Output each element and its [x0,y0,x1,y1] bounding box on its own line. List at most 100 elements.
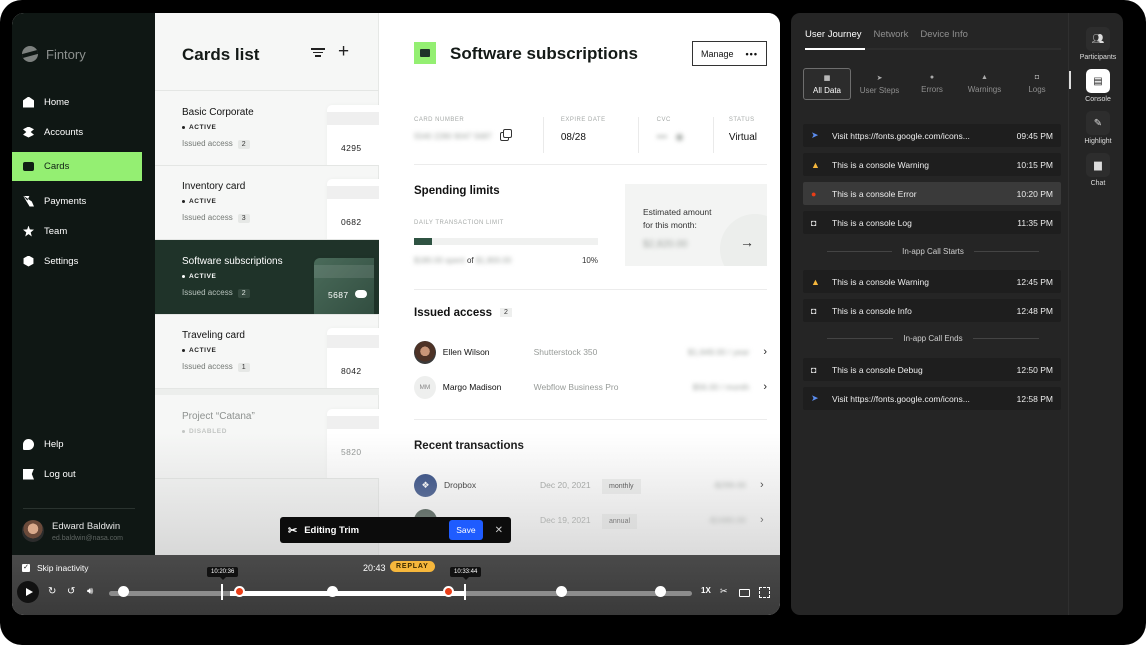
card-list-item[interactable]: Inventory card ACTIVE Issued access 3 068… [155,165,379,240]
sidebar-item-label: Cards [44,161,70,172]
event-row[interactable]: ▲ This is a console Warning 12:45 PM [803,270,1061,293]
card-last4: 8042 [341,366,362,376]
filter-warnings[interactable]: ▲ Warnings [961,68,1009,100]
side-label: Participants [1079,54,1117,61]
side-label: Highlight [1084,138,1112,145]
skip-back-icon[interactable]: ↺ [67,586,75,597]
issued-access-label: Issued access [182,362,233,371]
event-text: This is a console Info [832,305,912,316]
chat-button[interactable]: ▆ Chat [1077,153,1119,187]
issued-access: Issued access 1 [182,362,250,372]
sidebar-item-payments[interactable]: Payments [12,186,155,216]
filter-user-steps[interactable]: ➤ User Steps [856,68,904,100]
copy-icon[interactable] [499,129,512,141]
filter-logs[interactable]: ◘ Logs [1013,68,1061,100]
add-card-button[interactable]: + [338,41,349,63]
sidebar-item-home[interactable]: Home [12,87,155,117]
sidebar-item-logout[interactable]: Log out [12,459,155,489]
save-button[interactable]: Save [449,520,483,540]
sidebar-item-accounts[interactable]: Accounts [12,117,155,147]
issued-access-heading: Issued access [414,307,493,319]
scissors-icon[interactable]: ✂ [720,586,728,597]
replay-player-controls: ✓ Skip inactivity 20:43 REPLAY 10:20:36 1… [12,555,780,615]
theater-mode-icon[interactable] [739,589,750,597]
spending-progress-fill [414,238,433,245]
card-list-item[interactable]: Basic Corporate ACTIVE Issued access 2 42… [155,91,379,166]
participants-icon: 👥︎ [1086,27,1110,51]
event-time: 10:15 PM [1016,159,1053,170]
manage-button[interactable]: Manage ••• [692,41,767,66]
timeline-marker[interactable] [556,586,567,597]
tab-network[interactable]: Network [874,29,909,40]
checkbox-checked-icon[interactable]: ✓ [22,564,30,572]
error-marker[interactable] [234,586,245,597]
log-icon: ◘ [811,217,817,228]
sidebar-item-settings[interactable]: Settings [12,246,155,276]
timeline-marker[interactable] [327,586,338,597]
close-icon[interactable]: ✕ [495,525,503,536]
sidebar-item-cards[interactable]: Cards [12,152,142,181]
event-row[interactable]: ➤ Visit https://fonts.google.com/icons...… [803,387,1061,410]
trim-end-handle[interactable] [464,584,466,600]
spending-limits-title: Spending limits [414,185,500,197]
speed-button[interactable]: 1X [701,586,711,595]
card-list-item-selected[interactable]: Software subscriptions ACTIVE Issued acc… [155,240,379,315]
tab-user-journey[interactable]: User Journey [805,29,862,40]
card-list-item[interactable]: Traveling card ACTIVE Issued access 1 804… [155,314,379,389]
trim-start-tooltip: 10:20:36 [207,567,239,580]
card-number-field: CARD NUMBER 5540 2280 9047 5687 [414,117,544,153]
issued-access-count: 2 [500,308,512,318]
chevron-right-icon[interactable]: › [763,346,767,358]
highlight-icon: ✎ [1086,111,1110,135]
play-button[interactable] [17,581,39,603]
event-text: Visit https://fonts.google.com/icons... [832,393,970,404]
warning-icon: ▲ [811,276,820,287]
field-label: CARD NUMBER [414,117,465,123]
event-row[interactable]: ➤ Visit https://fonts.google.com/icons...… [803,124,1061,147]
mastercard-icon [355,290,367,298]
access-row[interactable]: Ellen Wilson Shutterstock 350 $1,649.00 … [414,340,767,364]
divider [414,289,767,290]
skip-inactivity-toggle[interactable]: ✓ Skip inactivity [22,563,89,573]
session-replay-viewport: Fintory Home Accounts Cards Payments Tea… [12,13,780,615]
sidebar-item-team[interactable]: Team [12,216,155,246]
participants-button[interactable]: 👥︎ Participants [1077,27,1119,61]
sidebar-item-label: Help [44,438,64,450]
sidebar-item-help[interactable]: Help [12,429,155,459]
user-email: ed.baldwin@nasa.com [52,534,123,542]
timeline-marker[interactable] [118,586,129,597]
navigation-icon: ➤ [811,393,819,403]
trim-start-handle[interactable] [221,584,223,600]
event-row[interactable]: ◘ This is a console Debug 12:50 PM [803,358,1061,381]
event-row[interactable]: ▲ This is a console Warning 10:15 PM [803,153,1061,176]
highlight-button[interactable]: ✎ Highlight [1077,111,1119,145]
tab-device-info[interactable]: Device Info [920,29,968,40]
estimate-value: $2,820.00 [643,239,688,250]
user-profile[interactable]: Edward Baldwin ed.baldwin@nasa.com [22,520,123,542]
access-amount: $56.00 / month [692,382,750,392]
event-row[interactable]: ◘ This is a console Info 12:48 PM [803,299,1061,322]
fullscreen-icon[interactable] [759,587,770,598]
filter-all-data[interactable]: ▦ All Data [803,68,851,100]
current-time: 20:43 [363,563,386,573]
brand-name: Fintory [46,46,86,62]
event-row-selected[interactable]: ● This is a console Error 10:20 PM [803,182,1061,205]
console-button[interactable]: ▤ Console [1077,69,1119,103]
chevron-right-icon[interactable]: › [763,381,767,393]
estimated-amount-card[interactable]: Estimated amount for this month: $2,820.… [625,184,767,266]
log-icon: ◘ [811,364,817,375]
eye-icon[interactable]: ◉ [675,132,684,143]
event-row[interactable]: ◘ This is a console Log 11:35 PM [803,211,1061,234]
error-marker[interactable] [443,586,454,597]
filter-icon[interactable] [311,46,325,58]
rewind-icon[interactable]: ↻ [48,586,56,597]
trim-selection [230,591,466,596]
access-row[interactable]: MM Margo Madison Webflow Business Pro $5… [414,375,767,399]
arrow-right-icon[interactable]: → [740,234,754,250]
event-time: 12:48 PM [1016,305,1053,316]
filter-errors[interactable]: ● Errors [908,68,956,100]
volume-icon[interactable]: 🔊︎ [87,586,93,597]
access-amount: $1,649.00 / year [687,347,750,357]
warning-icon: ▲ [811,159,820,170]
timeline-marker[interactable] [655,586,666,597]
